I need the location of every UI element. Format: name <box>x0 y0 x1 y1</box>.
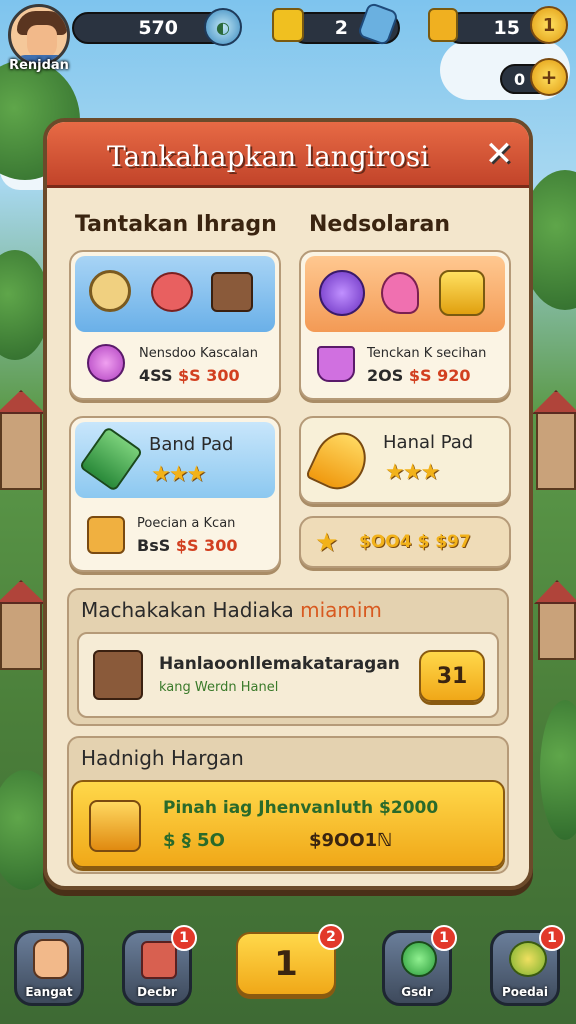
resource-value-3: 15 <box>493 17 520 39</box>
card-banner <box>75 256 275 332</box>
star-icon: ★ <box>315 528 339 558</box>
notification-badge: 1 <box>431 925 457 951</box>
notification-badge: 2 <box>318 924 344 950</box>
card-5-price: $OO4 $ $97 <box>359 532 471 552</box>
crate-icon <box>272 8 304 42</box>
nav-gems[interactable]: 1 Gsdr <box>382 925 457 1006</box>
offer-price-new: $9OO1ℕ <box>309 830 393 851</box>
left-column-title: Tantakan Ihragn <box>75 212 277 237</box>
nav-profile[interactable]: Eangat <box>14 930 84 1006</box>
notification-badge: 1 <box>171 925 197 951</box>
claim-button[interactable]: 31 <box>419 650 485 702</box>
player-avatar[interactable] <box>8 4 70 66</box>
rating-stars: ★★★ <box>385 460 440 485</box>
card-3-title: Band Pad <box>149 434 234 455</box>
card-1-desc: Nensdoo Kascalan <box>139 346 258 361</box>
potion-icon <box>87 344 125 382</box>
resource-value-2: 2 <box>334 17 348 39</box>
nav-label: Poedai <box>502 985 548 999</box>
card-3-price: BsS $S 300 <box>137 536 238 555</box>
chest-icon <box>93 650 143 700</box>
secondary-coin-value: 0 <box>514 69 526 89</box>
gift-box-icon <box>89 800 141 852</box>
reward-item-subtitle: kang Werdn Hanel <box>159 680 279 695</box>
card-banner <box>305 256 505 332</box>
card-2-price: 2OS $S 920 <box>367 366 471 385</box>
tree <box>540 700 576 840</box>
reward-section: Machakakan Hadiaka miamim Hanlaoonllemak… <box>67 588 509 726</box>
orb-icon <box>319 270 365 316</box>
card-1-price: 4SS $S 300 <box>139 366 240 385</box>
gold-bar-icon <box>428 8 458 42</box>
card-3-desc: Poecian a Kcan <box>137 516 236 531</box>
nav-shop[interactable]: 1 Decbr <box>122 925 197 1006</box>
bag-icon <box>141 941 177 979</box>
shop-card-5[interactable]: ★ $OO4 $ $97 <box>299 516 511 568</box>
meat-icon <box>151 272 193 312</box>
offer-section: Hadnigh Hargan Pinah iag Jhenvanluth $20… <box>67 736 509 874</box>
coin-icon[interactable]: 1 <box>530 6 568 44</box>
panel-title: Tankahapkan langirosi <box>107 140 430 173</box>
notification-badge: 1 <box>539 925 565 951</box>
right-column-title: Nedsolaran <box>309 212 451 237</box>
horn-icon <box>305 424 375 498</box>
house <box>534 580 576 660</box>
crate-icon <box>211 272 253 312</box>
reward-section-title: Machakakan Hadiaka miamim <box>81 598 382 622</box>
add-coin-icon[interactable]: + <box>530 58 568 96</box>
bone-icon <box>89 270 131 312</box>
nav-label: Gsdr <box>401 985 433 999</box>
gold-bar-icon <box>439 270 485 316</box>
nav-label: Decbr <box>137 985 177 999</box>
player-name: Renjdan <box>9 58 69 73</box>
panel-header: Tankahapkan langirosi ✕ <box>47 122 529 188</box>
offer-section-title: Hadnigh Hargan <box>81 746 244 770</box>
resource-value-1: 570 <box>138 17 178 39</box>
offer-button[interactable]: Pinah iag Jhenvanluth $2000 $ § 5O $9OO1… <box>71 780 505 868</box>
card-2-desc: Tenckan K secihan <box>367 346 487 361</box>
offer-price-old: $ § 5O <box>163 830 225 851</box>
green-orb-icon <box>401 941 437 977</box>
shop-card-3[interactable]: Band Pad ★★★ Poecian a Kcan BsS $S 300 <box>69 416 281 572</box>
shop-card-1[interactable]: Nensdoo Kascalan 4SS $S 300 <box>69 250 281 400</box>
game-screen: Renjdan 570 ◐ 2 15 1 0 + Tankahapkan lan… <box>0 0 576 1024</box>
shop-card-2[interactable]: Tenckan K secihan 2OS $S 920 <box>299 250 511 400</box>
house <box>0 390 46 490</box>
card-4-title: Hanal Pad <box>383 432 474 453</box>
box-icon <box>87 516 125 554</box>
heart-icon <box>381 272 419 314</box>
ticket-icon <box>78 425 144 493</box>
globe-icon[interactable]: ◐ <box>204 8 242 46</box>
cup-icon <box>317 346 355 382</box>
person-icon <box>33 939 69 979</box>
rating-stars: ★★★ <box>151 462 206 487</box>
nav-label: Eangat <box>25 985 73 999</box>
shop-card-4[interactable]: Hanal Pad ★★★ <box>299 416 511 504</box>
house <box>532 390 576 490</box>
shop-panel: Tankahapkan langirosi ✕ Tantakan Ihragn … <box>43 118 533 890</box>
card-banner: Band Pad ★★★ <box>75 422 275 498</box>
offer-desc: Pinah iag Jhenvanluth $2000 <box>163 798 439 818</box>
close-icon[interactable]: ✕ <box>479 134 519 174</box>
house <box>0 580 46 670</box>
reward-item-title: Hanlaoonllemakataragan <box>159 654 400 674</box>
reward-row[interactable]: Hanlaoonllemakataragan kang Werdn Hanel … <box>77 632 499 718</box>
nav-events[interactable]: 1 Poedai <box>490 925 565 1006</box>
